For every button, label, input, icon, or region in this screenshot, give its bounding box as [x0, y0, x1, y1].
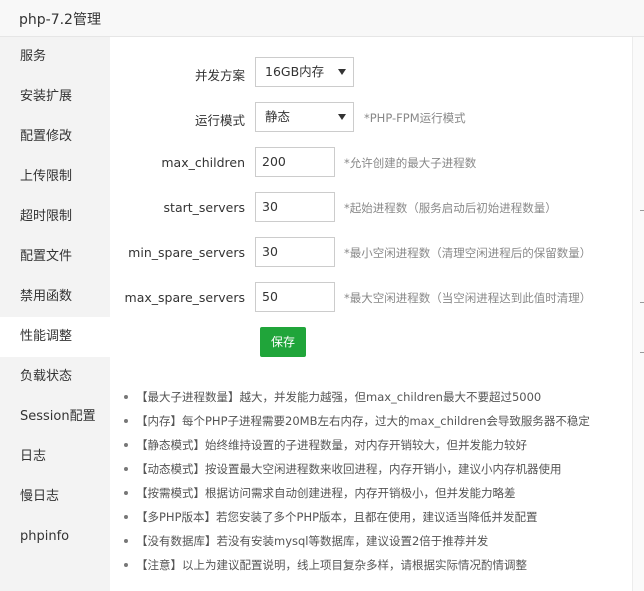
bullet-icon: [124, 419, 128, 423]
window-title: php-7.2管理: [19, 12, 101, 28]
max-children-label: max_children: [161, 155, 245, 170]
sidebar-item-load-status[interactable]: 负载状态: [0, 357, 110, 397]
sidebar-item-timeout-limit[interactable]: 超时限制: [0, 197, 110, 237]
concurrency-label: 并发方案: [194, 68, 245, 83]
note-text: 【没有数据库】若没有安装mysql等数据库，建议设置2倍于推荐并发: [136, 534, 489, 548]
bullet-icon: [124, 515, 128, 519]
start-servers-row: start_servers 30 *起始进程数（服务启动后初始进程数量）: [110, 192, 632, 224]
sidebar-item-disabled-functions[interactable]: 禁用函数: [0, 277, 110, 317]
max-spare-servers-row: max_spare_servers 50 *最大空闲进程数（当空闲进程达到此值时…: [110, 282, 632, 314]
list-item: 【注意】以上为建议配置说明，线上项目复杂多样，请根据实际情况酌情调整: [124, 553, 632, 577]
min-spare-servers-hint: *最小空闲进程数（清理空闲进程后的保留数量）: [344, 246, 592, 260]
edge-mark: [640, 210, 644, 211]
sidebar-item-upload-limit[interactable]: 上传限制: [0, 157, 110, 197]
mode-row: 运行模式 静态 *PHP-FPM运行模式: [110, 102, 632, 134]
start-servers-hint: *起始进程数（服务启动后初始进程数量）: [344, 201, 557, 215]
bullet-icon: [124, 467, 128, 471]
concurrency-value: 16GB内存: [265, 64, 325, 79]
window-edge: [632, 37, 644, 591]
mode-hint: *PHP-FPM运行模式: [364, 111, 466, 125]
list-item: 【没有数据库】若没有安装mysql等数据库，建议设置2倍于推荐并发: [124, 529, 632, 553]
list-item: 【最大子进程数量】越大，并发能力越强，但max_children最大不要超过50…: [124, 385, 632, 409]
list-item: 【内存】每个PHP子进程需要20MB左右内存，过大的max_children会导…: [124, 409, 632, 433]
sidebar-item-install-extensions[interactable]: 安装扩展: [0, 77, 110, 117]
mode-label: 运行模式: [194, 113, 245, 128]
list-item: 【静态模式】始终维持设置的子进程数量，对内存开销较大，但并发能力较好: [124, 433, 632, 457]
sidebar-item-slow-logs[interactable]: 慢日志: [0, 477, 110, 517]
sidebar-item-config-edit[interactable]: 配置修改: [0, 117, 110, 157]
note-text: 【按需模式】根据访问需求自动创建进程，内存开销极小，但并发能力略差: [136, 486, 516, 500]
php-manager-window: php-7.2管理 服务 安装扩展 配置修改 上传限制 超时限制 配置文件 禁用…: [0, 0, 644, 591]
max-children-row: max_children 200 *允许创建的最大子进程数: [110, 147, 632, 179]
caret-down-icon: [338, 69, 346, 75]
note-text: 【注意】以上为建议配置说明，线上项目复杂多样，请根据实际情况酌情调整: [136, 558, 527, 572]
max-children-input[interactable]: 200: [255, 147, 335, 177]
sidebar-item-performance[interactable]: 性能调整: [0, 317, 110, 357]
bullet-icon: [124, 491, 128, 495]
start-servers-label: start_servers: [163, 200, 245, 215]
max-children-hint: *允许创建的最大子进程数: [344, 156, 477, 170]
sidebar-item-logs[interactable]: 日志: [0, 437, 110, 477]
sidebar-item-phpinfo[interactable]: phpinfo: [0, 517, 110, 557]
bullet-icon: [124, 443, 128, 447]
start-servers-input[interactable]: 30: [255, 192, 335, 222]
note-text: 【静态模式】始终维持设置的子进程数量，对内存开销较大，但并发能力较好: [136, 438, 527, 452]
save-button[interactable]: 保存: [260, 327, 306, 357]
bullet-icon: [124, 395, 128, 399]
bullet-icon: [124, 563, 128, 567]
note-text: 【动态模式】按设置最大空闲进程数来收回进程，内存开销小，建议小内存机器使用: [136, 462, 562, 476]
performance-panel: 并发方案 16GB内存 运行模式 静态 *PHP-FPM运行模式 max_chi…: [110, 37, 632, 591]
mode-select[interactable]: 静态: [255, 102, 354, 132]
titlebar: php-7.2管理: [0, 0, 644, 37]
list-item: 【按需模式】根据访问需求自动创建进程，内存开销极小，但并发能力略差: [124, 481, 632, 505]
max-spare-servers-label: max_spare_servers: [124, 290, 245, 305]
note-text: 【多PHP版本】若您安装了多个PHP版本，且都在使用，建议适当降低并发配置: [136, 510, 538, 524]
list-item: 【多PHP版本】若您安装了多个PHP版本，且都在使用，建议适当降低并发配置: [124, 505, 632, 529]
note-text: 【最大子进程数量】越大，并发能力越强，但max_children最大不要超过50…: [136, 390, 542, 404]
sidebar-item-session-config[interactable]: Session配置: [0, 397, 110, 437]
concurrency-select[interactable]: 16GB内存: [255, 57, 354, 87]
mode-value: 静态: [265, 109, 291, 124]
edge-mark: [640, 352, 644, 353]
list-item: 【动态模式】按设置最大空闲进程数来收回进程，内存开销小，建议小内存机器使用: [124, 457, 632, 481]
max-spare-servers-hint: *最大空闲进程数（当空闲进程达到此值时清理）: [344, 291, 592, 305]
concurrency-row: 并发方案 16GB内存: [110, 57, 632, 89]
note-text: 【内存】每个PHP子进程需要20MB左右内存，过大的max_children会导…: [136, 414, 590, 428]
bullet-icon: [124, 539, 128, 543]
sidebar-item-service[interactable]: 服务: [0, 37, 110, 77]
min-spare-servers-label: min_spare_servers: [128, 245, 245, 260]
caret-down-icon: [338, 114, 346, 120]
sidebar: 服务 安装扩展 配置修改 上传限制 超时限制 配置文件 禁用函数 性能调整 负载…: [0, 37, 110, 591]
min-spare-servers-row: min_spare_servers 30 *最小空闲进程数（清理空闲进程后的保留…: [110, 237, 632, 269]
max-spare-servers-input[interactable]: 50: [255, 282, 335, 312]
sidebar-item-config-file[interactable]: 配置文件: [0, 237, 110, 277]
edge-mark: [640, 302, 644, 303]
min-spare-servers-input[interactable]: 30: [255, 237, 335, 267]
